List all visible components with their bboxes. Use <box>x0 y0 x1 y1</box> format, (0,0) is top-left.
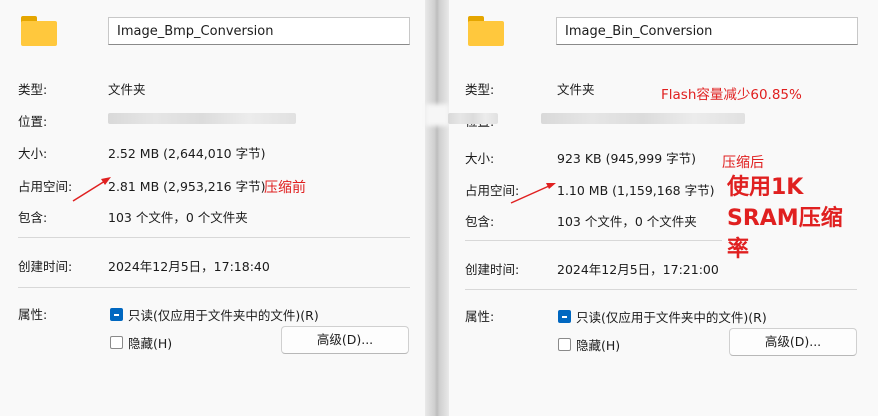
annotation-arrow-icon <box>72 177 111 202</box>
panel-divider <box>425 0 449 416</box>
right-properties-panel: 类型: 文件夹 位置: 大小: 923 KB (945,999 字节) 占用空间… <box>448 0 878 416</box>
annotation-arrow-icon <box>510 183 556 204</box>
left-properties-panel: 类型: 文件夹 位置: 大小: 2.52 MB (2,644,010 字节) 占… <box>0 0 426 416</box>
